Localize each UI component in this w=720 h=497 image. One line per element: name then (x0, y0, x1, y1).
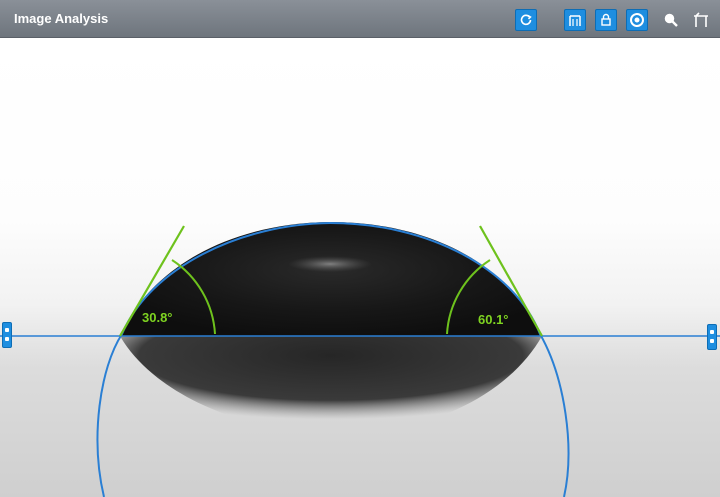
refresh-button[interactable] (515, 9, 537, 31)
left-contact-angle: 30.8° (142, 310, 173, 325)
droplet-reflection (120, 336, 542, 435)
zoom-icon (664, 13, 678, 27)
lock-button[interactable] (595, 9, 617, 31)
image-viewport[interactable]: 30.8° 60.1° (0, 38, 720, 497)
window-title: Image Analysis (14, 11, 109, 26)
baseline-handle-left[interactable] (2, 322, 12, 348)
baseline-tool-icon (569, 15, 581, 26)
droplet-image (0, 221, 720, 497)
droplet-highlight (288, 256, 372, 272)
right-contact-angle: 60.1° (478, 312, 509, 327)
baseline-handle-right[interactable] (707, 324, 717, 350)
zoom-button[interactable] (660, 9, 682, 31)
table-icon (694, 12, 708, 27)
refresh-icon (520, 14, 532, 26)
record-icon (630, 13, 644, 27)
lock-icon (601, 13, 611, 26)
title-bar: Image Analysis (0, 0, 720, 38)
baseline-tool-button[interactable] (564, 9, 586, 31)
record-button[interactable] (626, 9, 648, 31)
table-button[interactable] (690, 9, 712, 31)
